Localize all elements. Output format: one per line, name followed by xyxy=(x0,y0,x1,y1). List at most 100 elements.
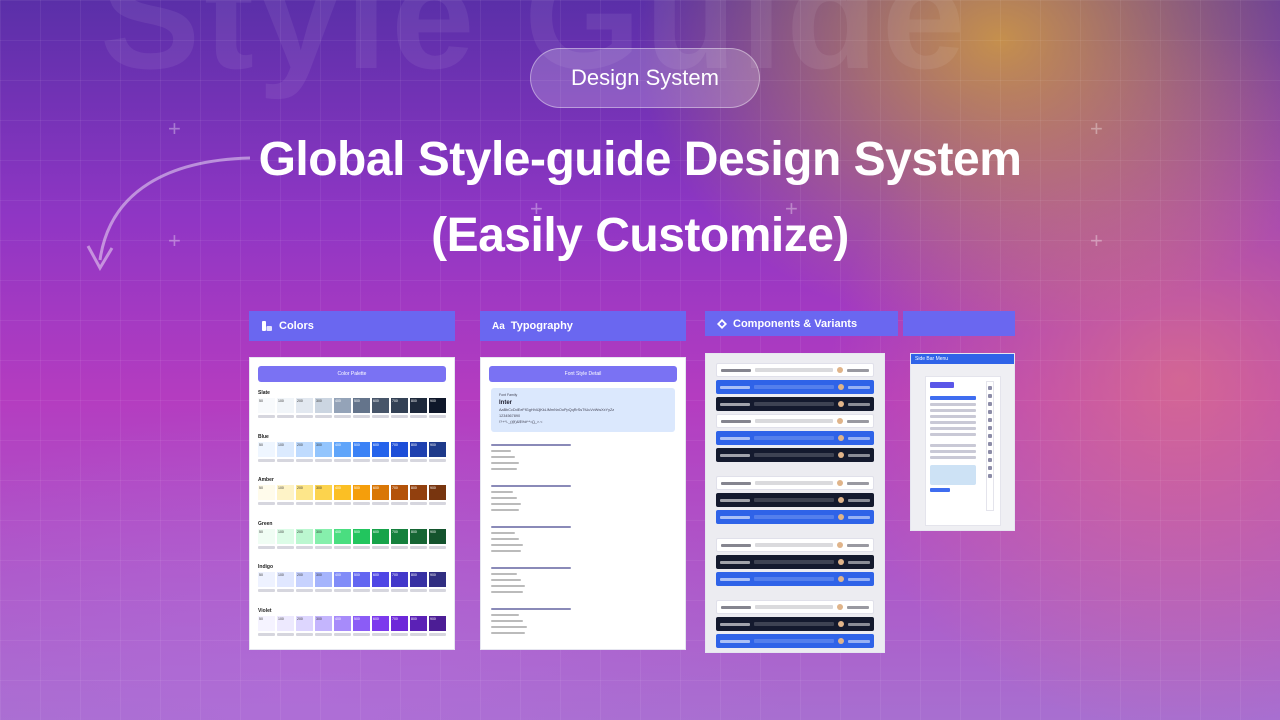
color-swatch: 800 xyxy=(410,398,427,413)
color-swatch: 300 xyxy=(315,528,332,544)
placeholder-bar xyxy=(848,385,870,389)
type-style-block xyxy=(481,649,685,650)
section-label: Components & Variants xyxy=(733,317,858,330)
placeholder-bar xyxy=(754,436,834,440)
type-sample-line xyxy=(491,526,571,528)
component-variants xyxy=(706,354,884,648)
section-header-typography: Aa Typography xyxy=(480,311,686,341)
color-swatch: 700 xyxy=(391,572,408,587)
type-sample-line xyxy=(491,456,515,458)
font-digits: 1234567890 xyxy=(499,414,521,418)
type-sample-line xyxy=(491,626,527,628)
color-group-name: Slate xyxy=(258,390,270,396)
nav-icon xyxy=(988,402,992,406)
sidebar-item xyxy=(930,444,976,447)
color-swatch: 100 xyxy=(277,398,294,413)
color-swatch: 50 xyxy=(258,485,275,500)
placeholder-bar xyxy=(754,622,834,626)
type-sample-line xyxy=(491,632,525,634)
type-sample-line xyxy=(491,532,515,534)
color-group: Slate 50 100 200 300 400 500 600 700 800 900 xyxy=(250,388,454,432)
color-swatch: 500 xyxy=(353,615,370,631)
avatar xyxy=(838,384,844,390)
type-sample-line xyxy=(491,567,571,569)
avatar xyxy=(837,542,843,548)
placeholder-bar xyxy=(721,481,751,485)
color-swatch: 900 xyxy=(429,398,446,413)
sidebar-logo xyxy=(930,382,954,388)
sidebar-item xyxy=(930,396,976,400)
placeholder-bar xyxy=(848,622,870,626)
swatch-row: 50 100 200 300 400 500 600 700 800 900 xyxy=(258,572,446,587)
type-scale-list xyxy=(481,444,685,650)
type-style-block xyxy=(481,444,685,485)
type-sample-line xyxy=(491,462,519,464)
color-swatch: 300 xyxy=(315,441,332,457)
avatar xyxy=(838,435,844,441)
design-system-badge: Design System xyxy=(530,48,760,108)
color-swatch: 800 xyxy=(410,528,427,544)
placeholder-bar xyxy=(848,453,870,457)
color-swatch: 300 xyxy=(315,398,332,413)
color-swatch: 900 xyxy=(429,572,446,587)
color-swatch: 600 xyxy=(372,398,389,413)
nav-icon xyxy=(988,458,992,462)
avatar xyxy=(837,604,843,610)
nav-icon xyxy=(988,450,992,454)
font-alphabet: AaBbCcDdEeFfGgHhIiJjKkLlMmNnOoPpQqRrSsTt… xyxy=(499,408,615,412)
color-swatch: 900 xyxy=(429,485,446,500)
swatch-row: 50 100 200 300 400 500 600 700 800 900 xyxy=(258,398,446,413)
sidebar-preview xyxy=(925,376,1001,526)
placeholder-bar xyxy=(755,419,833,423)
header-variant-blue xyxy=(716,431,874,445)
header-variant-dark xyxy=(716,448,874,462)
placeholder-bar xyxy=(720,560,750,564)
type-sample-line xyxy=(491,509,519,511)
placeholder-bar xyxy=(754,453,834,457)
sidebar-menu-card: Side Bar Menu xyxy=(910,353,1015,531)
header-variant-light xyxy=(716,600,874,614)
color-swatch: 500 xyxy=(353,441,370,457)
header-variant-light xyxy=(716,476,874,490)
color-swatch: 800 xyxy=(410,441,427,457)
color-swatch: 700 xyxy=(391,485,408,500)
color-swatch: 200 xyxy=(296,441,313,457)
swatch-row: 50 100 200 300 400 500 600 700 800 900 xyxy=(258,441,446,457)
avatar xyxy=(838,514,844,520)
nav-icon xyxy=(988,410,992,414)
type-sample-line xyxy=(491,491,513,493)
sidebar-nav xyxy=(930,382,976,492)
header-variant-light xyxy=(716,538,874,552)
color-swatch: 800 xyxy=(410,485,427,500)
color-groups: Slate 50 100 200 300 400 500 600 700 800 900 Blue 50… xyxy=(250,388,454,649)
header-variant-light xyxy=(716,363,874,377)
sidebar-item xyxy=(930,409,976,412)
placeholder-bar xyxy=(721,543,751,547)
placeholder-bar xyxy=(848,560,870,564)
header-variant-blue xyxy=(716,380,874,394)
avatar xyxy=(837,480,843,486)
avatar xyxy=(838,401,844,407)
avatar xyxy=(838,497,844,503)
placeholder-bar xyxy=(848,402,870,406)
color-swatch: 200 xyxy=(296,485,313,500)
sidebar-item xyxy=(930,456,976,459)
type-style-block xyxy=(481,526,685,567)
placeholder-bar xyxy=(755,481,833,485)
color-swatch: 200 xyxy=(296,572,313,587)
font-family-card: Font Family Inter AaBbCcDdEeFfGgHhIiJjKk… xyxy=(491,388,675,432)
color-swatch: 600 xyxy=(372,485,389,500)
nav-icon xyxy=(988,442,992,446)
type-sample-line xyxy=(491,573,517,575)
nav-icon xyxy=(988,474,992,478)
section-label: Colors xyxy=(279,320,314,332)
color-swatch: 500 xyxy=(353,528,370,544)
color-group: Blue 50 100 200 300 400 500 600 700 800 900 xyxy=(250,432,454,476)
sidebar-item xyxy=(930,403,976,406)
placeholder-bar xyxy=(721,368,751,372)
color-palette-header: Color Palette xyxy=(258,366,446,382)
avatar xyxy=(838,576,844,582)
header-variant-blue xyxy=(716,634,874,648)
color-swatch: 400 xyxy=(334,615,351,631)
